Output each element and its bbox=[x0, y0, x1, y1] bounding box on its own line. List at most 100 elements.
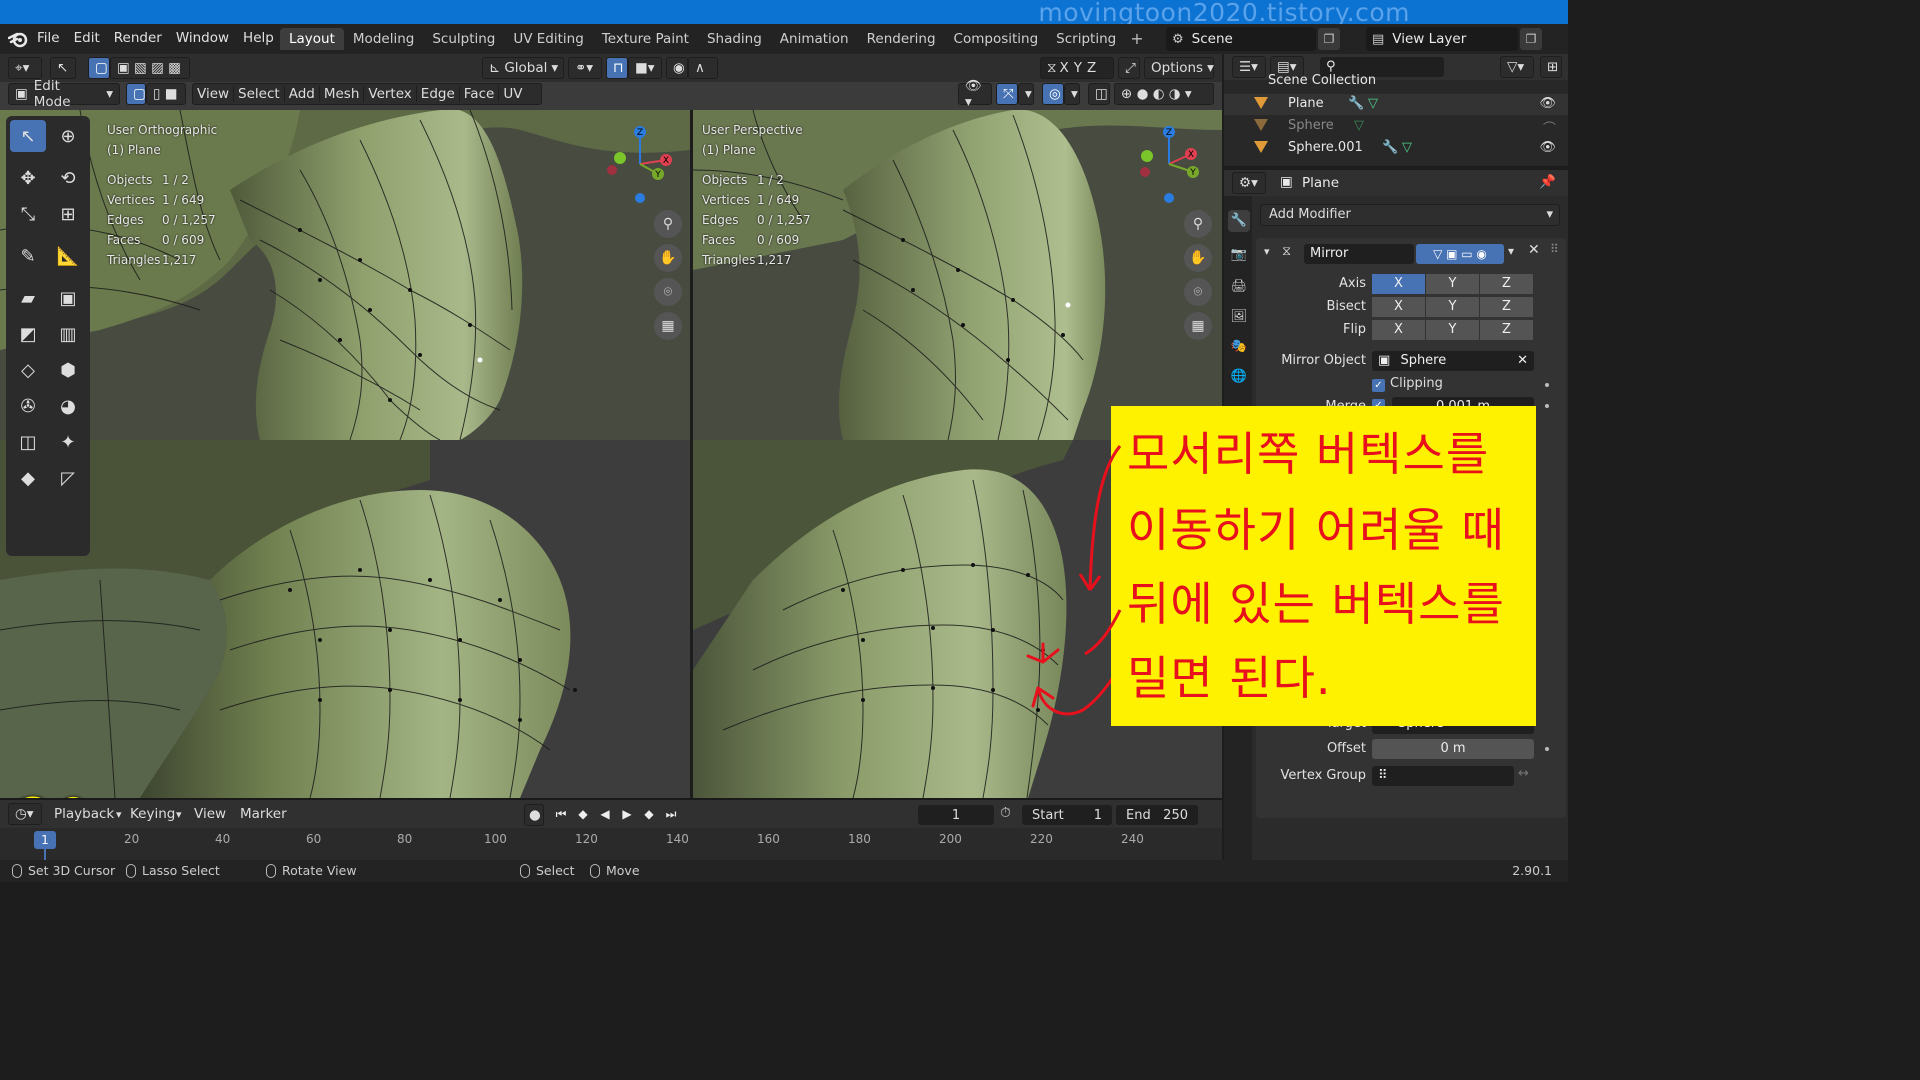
chevron-down-icon[interactable]: ▾ bbox=[1064, 83, 1080, 105]
pan-hand-icon[interactable]: ✋ bbox=[1184, 244, 1212, 272]
tab-modeling[interactable]: Modeling bbox=[344, 28, 423, 50]
chevron-down-icon[interactable]: ▾ bbox=[1508, 244, 1514, 258]
modifier-wrench-icon[interactable]: 🔧 bbox=[1348, 96, 1364, 111]
record-icon[interactable]: ● bbox=[524, 804, 544, 826]
annotate-tool-icon[interactable]: ✎ bbox=[10, 240, 46, 272]
scale-tool-icon[interactable]: ⤡ bbox=[10, 198, 46, 230]
axis-y-button[interactable]: Y bbox=[1426, 274, 1480, 294]
properties-type-icon[interactable]: ⚙▾ bbox=[1232, 172, 1266, 194]
inset-tool-icon[interactable]: ▣ bbox=[50, 282, 86, 314]
tab-shading[interactable]: Shading bbox=[698, 28, 771, 50]
menu-view[interactable]: View bbox=[193, 86, 233, 102]
invert-icon[interactable]: ↔ bbox=[1518, 766, 1529, 781]
jump-start-icon[interactable]: ⏮ bbox=[552, 805, 570, 823]
view-layer-selector[interactable]: ▤ View Layer bbox=[1366, 27, 1518, 51]
tab-uv-editing[interactable]: UV Editing bbox=[504, 28, 592, 50]
mesh-data-icon[interactable]: ▽ bbox=[1402, 140, 1412, 155]
outliner-item-plane[interactable]: Plane 🔧 ▽ 👁 bbox=[1224, 94, 1568, 115]
menu-uv[interactable]: UV bbox=[498, 86, 526, 102]
play-icon[interactable]: ▶ bbox=[618, 805, 636, 823]
menu-playback[interactable]: Playback bbox=[54, 806, 114, 822]
snap-target-icon[interactable]: ■▾ bbox=[628, 57, 662, 79]
zoom-icon[interactable]: ⚲ bbox=[654, 210, 682, 238]
view-layer-tab-icon[interactable]: 🖼 bbox=[1228, 306, 1250, 328]
menu-marker[interactable]: Marker bbox=[240, 806, 287, 822]
menu-help[interactable]: Help bbox=[236, 30, 281, 46]
rip-tool-icon[interactable]: ◸ bbox=[50, 462, 86, 494]
edge-slide-tool-icon[interactable]: ◫ bbox=[10, 426, 46, 458]
shear-tool-icon[interactable]: ◆ bbox=[10, 462, 46, 494]
move-tool-icon[interactable]: ✥ bbox=[10, 162, 46, 194]
camera-view-icon[interactable]: ⌾ bbox=[1184, 278, 1212, 306]
prev-keyframe-icon[interactable]: ◆ bbox=[574, 805, 592, 823]
tab-texture-paint[interactable]: Texture Paint bbox=[593, 28, 698, 50]
new-scene-icon[interactable]: ❐ bbox=[1318, 28, 1340, 50]
menu-vertex[interactable]: Vertex bbox=[363, 86, 415, 102]
overlay-toggle-icon[interactable]: ◎ bbox=[1042, 83, 1064, 105]
tab-scripting[interactable]: Scripting bbox=[1047, 28, 1125, 50]
chevron-down-icon[interactable]: ▾ bbox=[1018, 83, 1034, 105]
visibility-eye-icon[interactable]: 👁 bbox=[1539, 140, 1556, 155]
ortho-grid-icon[interactable]: ▦ bbox=[654, 312, 682, 340]
vertex-select-icon[interactable]: ▢ bbox=[126, 83, 146, 105]
flip-y-button[interactable]: Y bbox=[1426, 320, 1480, 340]
pin-icon[interactable]: 📌 bbox=[1539, 174, 1556, 190]
mode-dropdown[interactable]: ▣ Edit Mode ▾ bbox=[8, 78, 120, 110]
visibility-eye-icon[interactable]: 👁 bbox=[1539, 96, 1556, 111]
menu-mesh[interactable]: Mesh bbox=[318, 86, 364, 102]
spin-tool-icon[interactable]: ✇ bbox=[10, 390, 46, 422]
add-modifier-dropdown[interactable]: Add Modifier ▾ bbox=[1260, 204, 1560, 226]
falloff-icon[interactable]: ∧ bbox=[688, 57, 718, 79]
smooth-tool-icon[interactable]: ◕ bbox=[50, 390, 86, 422]
axis-x-button[interactable]: X bbox=[1372, 274, 1426, 294]
blender-logo-icon[interactable] bbox=[7, 30, 28, 48]
add-workspace-icon[interactable]: + bbox=[1125, 28, 1148, 50]
scene-collection-row[interactable]: Scene Collection bbox=[1224, 73, 1568, 90]
auto-merge-icon[interactable]: ⤢ bbox=[1118, 57, 1140, 79]
filter-icon[interactable]: ▽▾ bbox=[1500, 56, 1534, 78]
scene-selector[interactable]: ⚙ Scene bbox=[1166, 27, 1316, 51]
menu-window[interactable]: Window bbox=[169, 30, 236, 46]
modifier-wrench-icon[interactable]: 🔧 bbox=[1382, 140, 1398, 155]
next-keyframe-icon[interactable]: ◆ bbox=[640, 805, 658, 823]
tool-tab-icon[interactable]: 🔧 bbox=[1228, 210, 1250, 232]
clear-icon[interactable]: ✕ bbox=[1517, 351, 1528, 371]
render-tab-icon[interactable]: 📷 bbox=[1228, 244, 1250, 266]
vertex-group-field[interactable]: ⠿ bbox=[1372, 766, 1514, 786]
axis-y-toggle[interactable]: Y bbox=[1074, 60, 1082, 76]
keyframe-dot[interactable] bbox=[1545, 404, 1549, 408]
bisect-y-button[interactable]: Y bbox=[1426, 297, 1480, 317]
world-tab-icon[interactable]: 🌐 bbox=[1228, 366, 1250, 388]
rotate-tool-icon[interactable]: ⟲ bbox=[50, 162, 86, 194]
perspective-toggle-icon[interactable]: ▦ bbox=[1184, 312, 1212, 340]
mesh-data-icon[interactable]: ▽ bbox=[1354, 118, 1364, 133]
menu-timeline-view[interactable]: View bbox=[194, 806, 226, 822]
transform-orientation-dropdown[interactable]: ⊾ Global ▾ bbox=[482, 57, 564, 79]
offset-field[interactable]: 0 m bbox=[1372, 739, 1534, 759]
keyframe-dot[interactable] bbox=[1545, 747, 1549, 751]
timeline-ruler[interactable]: 20 40 60 80 100 120 140 160 180 200 220 … bbox=[0, 830, 1222, 850]
tab-layout[interactable]: Layout bbox=[280, 28, 344, 50]
play-reverse-icon[interactable]: ◀ bbox=[596, 805, 614, 823]
output-tab-icon[interactable]: 🖨 bbox=[1228, 276, 1250, 298]
tab-compositing[interactable]: Compositing bbox=[945, 28, 1048, 50]
shading-mode-icons[interactable]: ⊕ ● ◐ ◑ ▾ bbox=[1114, 83, 1214, 105]
loop-cut-tool-icon[interactable]: ▥ bbox=[50, 318, 86, 350]
camera-view-icon[interactable]: ⌾ bbox=[654, 278, 682, 306]
select-box-tool-icon[interactable]: ↖ bbox=[10, 120, 46, 152]
clipping-checkbox[interactable]: ✓ bbox=[1372, 379, 1385, 392]
tab-animation[interactable]: Animation bbox=[771, 28, 858, 50]
playhead[interactable]: 1 bbox=[34, 831, 56, 849]
editor-type-icon[interactable]: ⌖▾ bbox=[8, 57, 42, 79]
menu-select[interactable]: Select bbox=[233, 86, 284, 102]
select-tool-icon[interactable]: ↖ bbox=[50, 57, 76, 79]
gizmo-toggle-icon[interactable]: ⤧ bbox=[996, 83, 1018, 105]
outliner-item-sphere-001[interactable]: Sphere.001 🔧 ▽ 👁 bbox=[1224, 138, 1568, 159]
extrude-tool-icon[interactable]: ▰ bbox=[10, 282, 46, 314]
viewport-left[interactable]: User Orthographic (1) Plane Objects 1 / 2… bbox=[0, 110, 690, 798]
collapse-chevron-icon[interactable]: ▾ bbox=[1264, 245, 1270, 258]
snap-toggle-icon[interactable]: ⊓ bbox=[606, 57, 628, 79]
modifier-display-toggles[interactable]: ▽ ▣ ▭ ◉ bbox=[1416, 244, 1504, 264]
scene-tab-icon[interactable]: 🎭 bbox=[1228, 336, 1250, 358]
edge-face-select-icons[interactable]: ▯ ■ bbox=[146, 83, 186, 105]
